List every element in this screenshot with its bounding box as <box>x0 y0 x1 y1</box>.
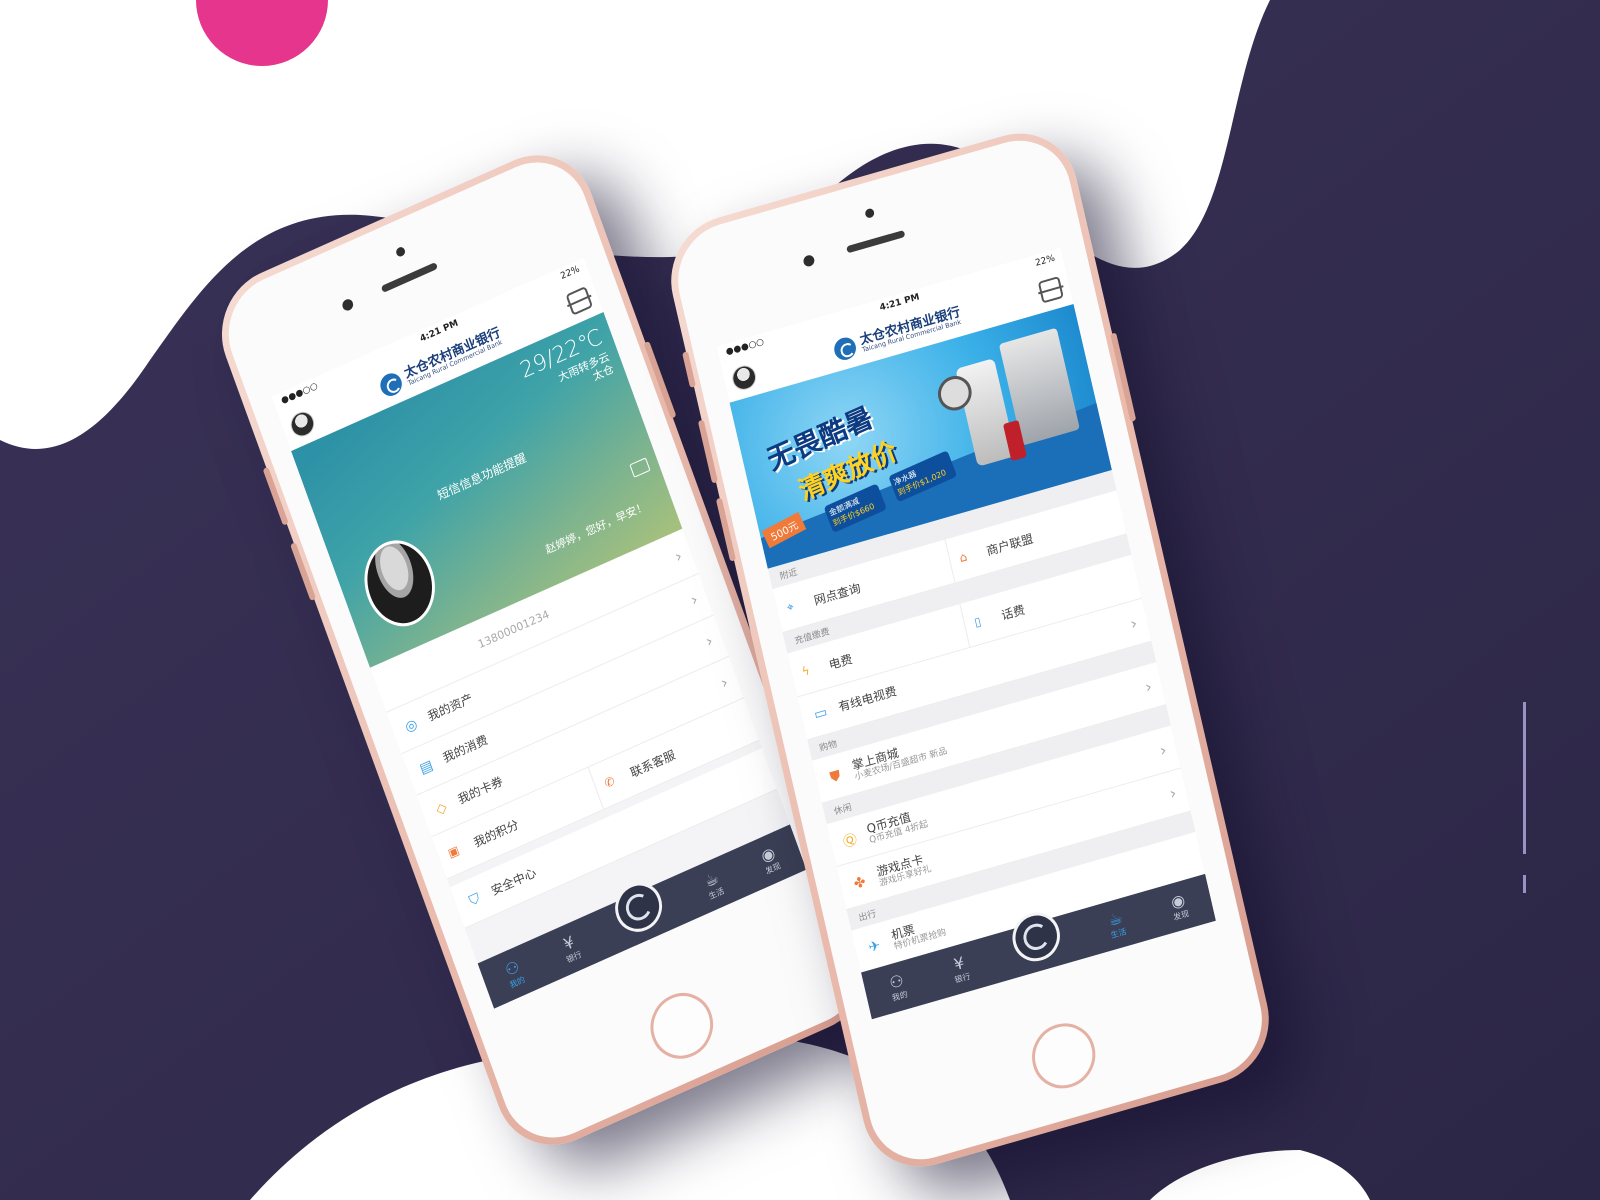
tab-life[interactable]: ☕ 生活 <box>701 867 726 902</box>
shield-icon: ⛉ <box>467 890 483 910</box>
tab-bank[interactable]: ¥ 银行 <box>558 931 583 965</box>
avatar[interactable] <box>729 362 759 393</box>
welcome-text: 赵婷婷，您好，早安！ <box>543 499 649 557</box>
item-label: 网点查询 <box>812 580 862 608</box>
avatar[interactable] <box>287 407 318 441</box>
location-icon: ⌖ <box>785 598 796 615</box>
scan-icon[interactable] <box>565 286 594 316</box>
item-label: 商户联盟 <box>985 531 1035 558</box>
bank-logo-icon <box>1020 920 1052 954</box>
vertical-line-decoration <box>1523 702 1526 854</box>
vertical-line-decoration-small <box>1523 875 1526 893</box>
front-camera <box>802 253 816 268</box>
q-coin-icon: Ⓠ <box>841 831 859 851</box>
shopping-bag-icon: ⛊ <box>828 767 843 786</box>
tab-discover[interactable]: ◉ 发现 <box>758 842 783 877</box>
bank-logo-icon <box>377 369 406 400</box>
scan-icon[interactable] <box>1037 276 1064 304</box>
item-label: 电费 <box>827 651 854 672</box>
asset-icon: ◎ <box>402 715 420 736</box>
menu-label: 我的积分 <box>471 816 521 850</box>
coupon-icon: ◇ <box>433 798 449 819</box>
tab-mine[interactable]: ⚇ 我的 <box>502 956 527 991</box>
home-button[interactable] <box>641 982 723 1070</box>
phone-icon: ✆ <box>602 773 617 791</box>
center-logo-button[interactable] <box>608 874 669 940</box>
mobile-icon: ▯ <box>972 614 983 630</box>
bank-logo-icon <box>622 889 655 925</box>
home-button[interactable] <box>1025 1015 1102 1096</box>
tab-mine[interactable]: ⚇ 我的 <box>887 970 909 1004</box>
lightning-icon: ϟ <box>800 663 812 680</box>
earpiece-speaker <box>380 261 439 293</box>
sensor-dot <box>394 245 407 258</box>
tab-bank[interactable]: ¥ 银行 <box>949 952 971 986</box>
airplane-icon: ✈ <box>866 936 882 956</box>
bank-logo-icon <box>832 334 859 363</box>
sensor-dot <box>864 207 876 219</box>
tv-icon: ▭ <box>812 703 829 723</box>
contact-label: 联系客服 <box>628 747 678 780</box>
tab-life[interactable]: ☕ 生活 <box>1106 907 1128 941</box>
store-icon: ⌂ <box>958 549 969 566</box>
gamepad-icon: ✤ <box>852 873 868 893</box>
bill-icon: ▤ <box>417 756 435 778</box>
item-label: 话费 <box>999 602 1027 623</box>
points-icon: ▣ <box>445 842 462 861</box>
tab-discover[interactable]: ◉ 发现 <box>1168 889 1190 923</box>
battery-level: 22% <box>1034 253 1056 269</box>
image-icon[interactable] <box>629 457 651 478</box>
front-camera <box>340 297 355 313</box>
earpiece-speaker <box>846 229 906 254</box>
